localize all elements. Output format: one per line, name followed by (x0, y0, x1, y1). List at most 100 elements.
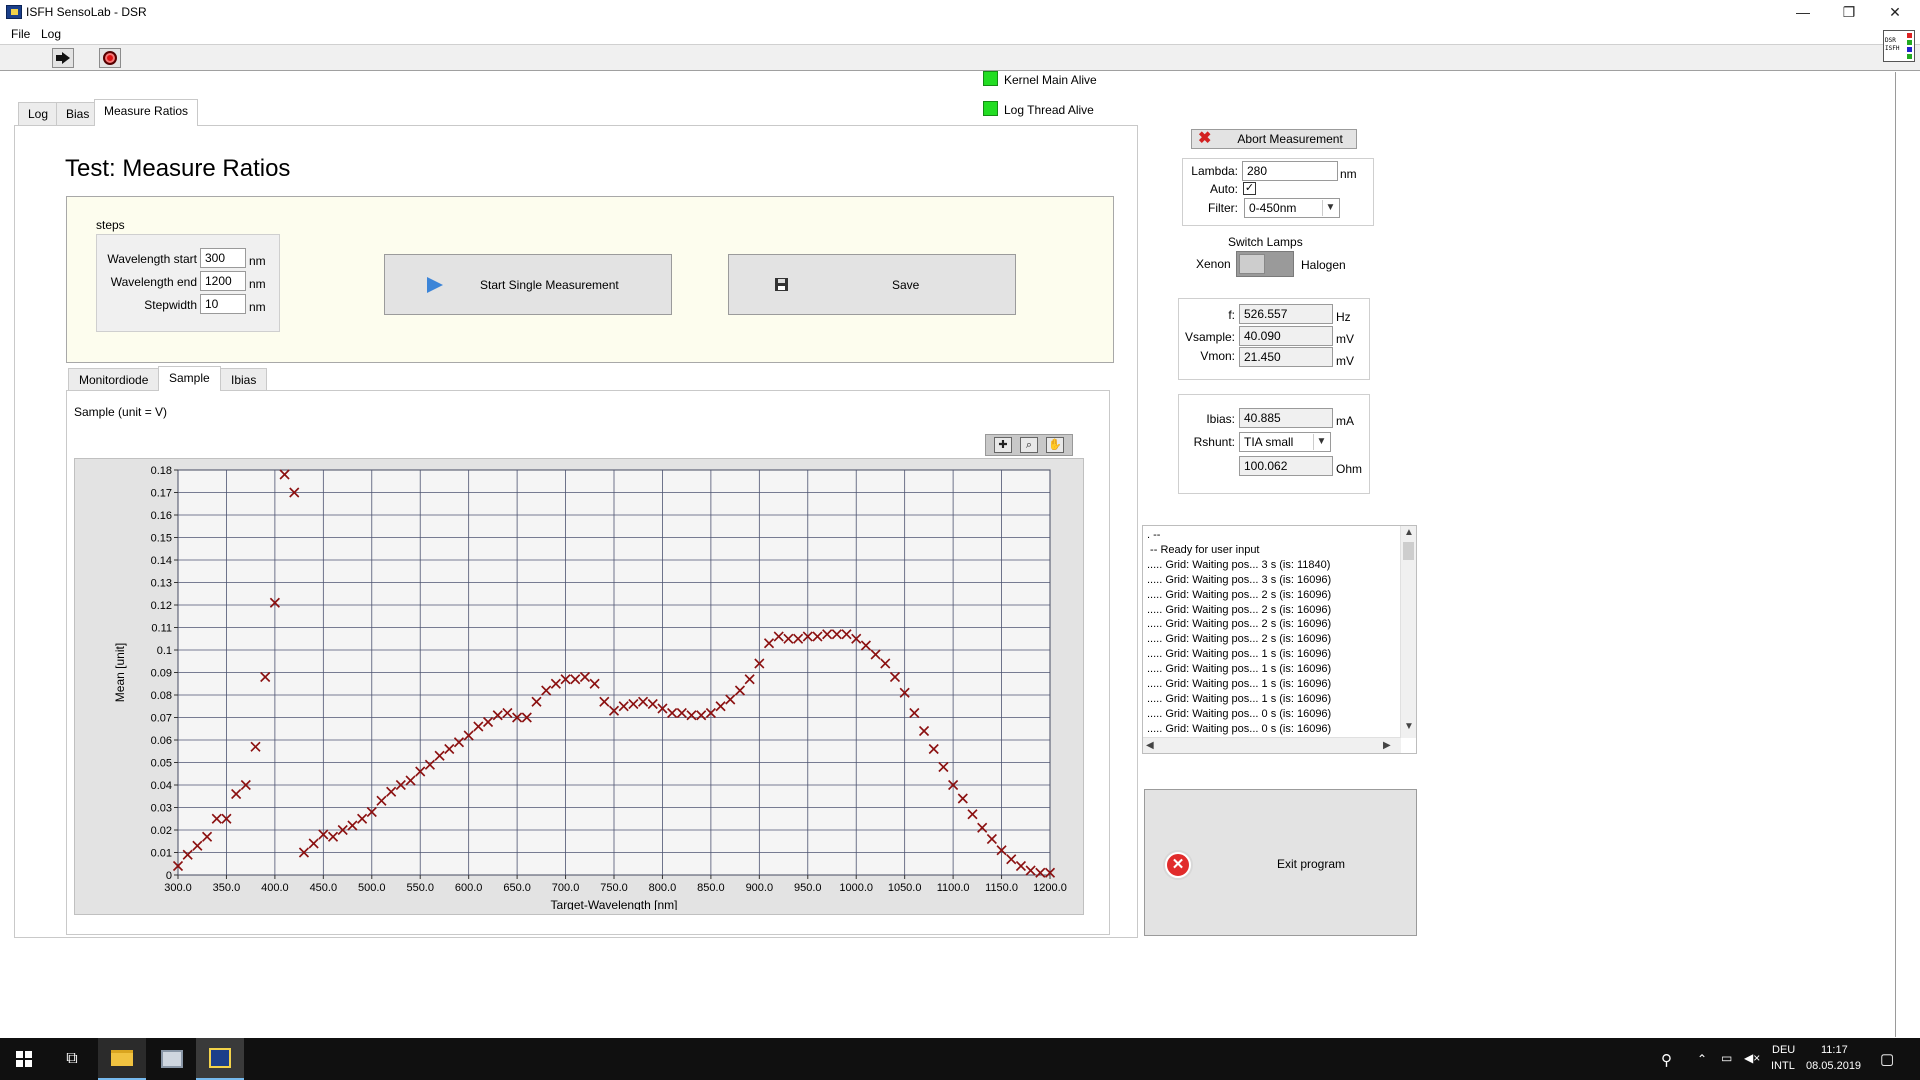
clock-date[interactable]: 08.05.2019 (1806, 1060, 1861, 1072)
clock-time[interactable]: 11:17 (1821, 1044, 1848, 1056)
start-button[interactable] (0, 1038, 48, 1080)
scroll-left-icon[interactable]: ◀ (1146, 740, 1154, 751)
lamp-switch-toggle[interactable] (1236, 251, 1294, 277)
network-icon[interactable]: ▭ (1721, 1051, 1732, 1065)
page-title: Test: Measure Ratios (65, 155, 291, 182)
cursor-icon[interactable]: ✚ (994, 437, 1012, 453)
scroll-up-icon[interactable]: ▲ (1404, 527, 1414, 538)
x-tick-label: 700.0 (552, 882, 580, 894)
x-tick-label: 1100.0 (937, 882, 970, 894)
y-tick-label: 0.16 (151, 510, 172, 522)
log-output[interactable]: . -- -- Ready for user input ..... Grid: … (1142, 525, 1417, 754)
wavelength-start-input[interactable]: 300 (200, 248, 246, 268)
graph-palette: ✚ ⌕ ✋ (985, 434, 1073, 456)
log-line: ..... Grid: Waiting pos... 3 s (is: 1609… (1147, 573, 1332, 586)
y-tick-label: 0.18 (151, 465, 172, 477)
wavelength-end-input[interactable]: 1200 (200, 271, 246, 291)
rshunt-select[interactable]: TIA small ▼ (1239, 432, 1331, 452)
save-button-label: Save (892, 277, 920, 292)
auto-checkbox[interactable]: ✓ (1243, 182, 1256, 195)
folder-icon (111, 1050, 133, 1066)
menu-log[interactable]: Log (39, 26, 63, 42)
labview-app-button[interactable] (196, 1038, 244, 1080)
rshunt-label: Rshunt: (1193, 435, 1235, 449)
log-thread-status-led (983, 101, 998, 116)
start-button-label: Start Single Measurement (480, 277, 619, 292)
log-line: ..... Grid: Waiting pos... 2 s (is: 1609… (1147, 618, 1332, 631)
lamp-switch-knob[interactable] (1239, 254, 1265, 274)
scroll-down-icon[interactable]: ▼ (1404, 721, 1414, 732)
floppy-icon (775, 278, 788, 291)
filter-select[interactable]: 0-450nm ▼ (1244, 198, 1340, 218)
tab-ibias[interactable]: Ibias (220, 368, 268, 390)
input-language-top[interactable]: DEU (1772, 1044, 1795, 1056)
tab-log[interactable]: Log (18, 102, 59, 125)
log-line: ..... Grid: Waiting pos... 2 s (is: 1609… (1147, 633, 1332, 646)
abort-x-icon: ✖ (1198, 130, 1212, 147)
log-lines: . -- -- Ready for user input ..... Grid: … (1147, 528, 1397, 736)
chevron-down-icon: ▼ (1313, 434, 1329, 450)
start-single-measurement-button[interactable]: Start Single Measurement (384, 254, 672, 315)
stepwidth-label: Stepwidth (144, 298, 197, 312)
log-horizontal-scrollbar[interactable]: ◀ ▶ (1143, 737, 1401, 753)
save-button[interactable]: Save (728, 254, 1016, 315)
stop-icon (103, 51, 117, 65)
input-language-bottom[interactable]: INTL (1771, 1060, 1795, 1072)
scroll-thumb[interactable] (1403, 542, 1414, 560)
task-view-icon[interactable]: ⧉ (48, 1038, 96, 1080)
taskbar: ⧉ ⚲ ⌃ ▭ ◀× DEU INTL 11:17 08.05.2019 ▢ (0, 1038, 1920, 1080)
x-axis-label: Target-Wavelength [nm] (551, 898, 678, 910)
notifications-icon[interactable]: ▢ (1880, 1050, 1894, 1068)
tab-measure-ratios[interactable]: Measure Ratios (94, 99, 199, 126)
log-line: ..... Grid: Waiting pos... 1 s (is: 1609… (1147, 648, 1332, 661)
wavelength-end-unit: nm (249, 277, 266, 291)
log-line: ..... Grid: Waiting pos... 2 s (is: 1609… (1147, 603, 1332, 616)
logo-lamp-green (1907, 40, 1912, 45)
log-line: ..... Grid: Waiting pos... 1 s (is: 1609… (1147, 692, 1332, 705)
control-panel-button[interactable] (148, 1038, 196, 1080)
pan-icon[interactable]: ✋ (1046, 437, 1064, 453)
y-tick-label: 0 (166, 870, 172, 882)
tab-monitordiode[interactable]: Monitordiode (68, 368, 160, 390)
tray-chevron-up-icon[interactable]: ⌃ (1697, 1052, 1707, 1066)
toolbar (0, 44, 1920, 71)
y-tick-label: 0.08 (151, 690, 172, 702)
wavelength-start-label: Wavelength start (107, 252, 197, 266)
sample-scatter-plot: 300.0 350.0 400.0 450.0 500.0 550.0 600.0 650.0… (113, 465, 1067, 910)
run-button[interactable] (52, 48, 74, 68)
stop-button[interactable] (99, 48, 121, 68)
vsample-unit: mV (1336, 332, 1354, 346)
y-tick-label: 0.09 (151, 668, 172, 680)
menu-file[interactable]: File (9, 26, 32, 42)
y-tick-label: 0.12 (151, 600, 172, 612)
minimize-button[interactable]: — (1780, 0, 1826, 24)
maximize-button[interactable]: ❐ (1826, 0, 1872, 24)
exit-icon: ✕ (1165, 852, 1191, 878)
people-icon[interactable]: ⚲ (1661, 1051, 1672, 1069)
log-line: ..... Grid: Waiting pos... 3 s (is: 1184… (1147, 558, 1331, 571)
ohm-readout: 100.062 (1239, 456, 1333, 476)
file-explorer-button[interactable] (98, 1038, 146, 1080)
app-icon (6, 5, 22, 19)
log-line: ..... Grid: Waiting pos... 2 s (is: 1609… (1147, 588, 1332, 601)
play-icon (427, 276, 443, 293)
y-tick-label: 0.02 (151, 825, 172, 837)
exit-program-button[interactable]: ✕ Exit program (1144, 789, 1417, 936)
labview-icon (209, 1048, 231, 1068)
x-tick-label: 950.0 (794, 882, 822, 894)
vmon-label: Vmon: (1200, 349, 1235, 363)
menu-bar: File Log (0, 24, 1920, 44)
vsample-label: Vsample: (1184, 330, 1235, 344)
x-tick-label: 400.0 (261, 882, 289, 894)
volume-muted-icon[interactable]: ◀× (1744, 1051, 1760, 1065)
close-button[interactable]: ✕ (1872, 0, 1918, 24)
lambda-input[interactable]: 280 (1242, 161, 1338, 181)
tab-bias[interactable]: Bias (56, 102, 100, 125)
stepwidth-input[interactable]: 10 (200, 294, 246, 314)
scroll-right-icon[interactable]: ▶ (1383, 740, 1391, 751)
log-vertical-scrollbar[interactable]: ▲ ▼ (1400, 526, 1416, 738)
steps-label: steps (96, 218, 125, 232)
tab-sample[interactable]: Sample (158, 366, 221, 391)
abort-measurement-button[interactable]: ✖ Abort Measurement (1191, 129, 1357, 149)
zoom-icon[interactable]: ⌕ (1020, 437, 1038, 453)
